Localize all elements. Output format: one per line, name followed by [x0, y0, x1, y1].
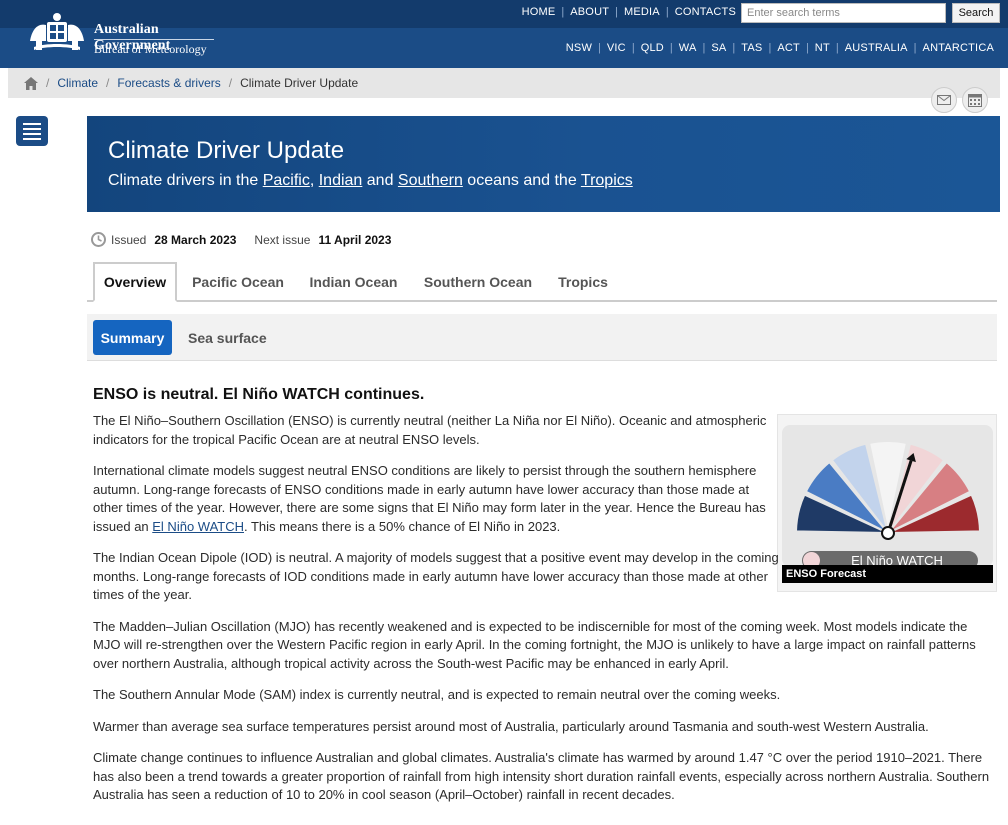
state-nav-separator: | — [669, 42, 673, 54]
subtitle-link-tropics[interactable]: Tropics — [581, 172, 633, 189]
paragraph-models: International climate models suggest neu… — [93, 462, 781, 536]
site-header: Australian Government Bureau of Meteorol… — [0, 0, 1008, 68]
state-nav-separator: | — [805, 42, 809, 54]
top-nav: HOME | ABOUT | MEDIA | CONTACTS — [522, 6, 736, 18]
bureau-name: Bureau of Meteorology — [94, 42, 207, 56]
page-title: Climate Driver Update — [108, 137, 345, 164]
main-tabs: Overview Pacific Ocean Indian Ocean Sout… — [87, 262, 997, 302]
menu-bar — [23, 122, 41, 125]
subtab-sea-surface[interactable]: Sea surface — [188, 320, 267, 355]
state-nav-separator: | — [732, 42, 736, 54]
issue-info: Issued 28 March 2023 Next issue 11 April… — [91, 232, 409, 247]
tab-indian-ocean[interactable]: Indian Ocean — [302, 262, 405, 302]
breadcrumb-separator: / — [106, 76, 110, 90]
state-link-tas[interactable]: TAS — [741, 42, 762, 54]
state-link-vic[interactable]: VIC — [607, 42, 626, 54]
breadcrumb-current: Climate Driver Update — [240, 76, 359, 90]
breadcrumb-forecasts-drivers[interactable]: Forecasts & drivers — [117, 76, 220, 90]
top-link-about[interactable]: ABOUT — [570, 6, 609, 18]
issued-label: Issued — [111, 232, 147, 247]
top-nav-separator: | — [615, 6, 618, 18]
content-heading: ENSO is neutral. El Niño WATCH continues… — [93, 386, 425, 403]
tab-tropics[interactable]: Tropics — [550, 262, 616, 302]
state-nav-separator: | — [598, 42, 601, 54]
next-issue-label: Next issue — [254, 232, 311, 247]
state-link-act[interactable]: ACT — [777, 42, 800, 54]
next-issue-date: 11 April 2023 — [318, 232, 392, 247]
email-button[interactable] — [931, 87, 957, 113]
subtitle-link-pacific[interactable]: Pacific — [263, 172, 310, 189]
paragraph-sam: The Southern Annular Mode (SAM) index is… — [93, 687, 781, 702]
sub-tabs: Summary Sea surface — [87, 314, 997, 361]
subtitle-text: Climate drivers in the — [108, 172, 263, 189]
home-icon[interactable] — [24, 76, 38, 90]
subtab-summary[interactable]: Summary — [93, 320, 172, 355]
search-input[interactable] — [741, 3, 946, 23]
menu-bar — [23, 137, 41, 140]
breadcrumb-separator: / — [46, 76, 50, 90]
breadcrumb: / Climate / Forecasts & drivers / Climat… — [8, 68, 1000, 98]
page-subtitle: Climate drivers in the Pacific, Indian a… — [108, 172, 633, 190]
state-link-nsw[interactable]: NSW — [566, 42, 592, 54]
clock-icon — [91, 232, 106, 247]
top-link-contacts[interactable]: CONTACTS — [675, 6, 736, 18]
top-nav-separator: | — [561, 6, 565, 18]
subtitle-link-indian[interactable]: Indian — [319, 172, 363, 189]
paragraph-climate-change: Climate change continues to influence Au… — [93, 750, 990, 802]
tab-pacific-ocean[interactable]: Pacific Ocean — [184, 262, 292, 302]
main-content: ENSO is neutral. El Niño WATCH continues… — [93, 386, 998, 818]
subtitle-text: and — [362, 172, 398, 189]
tab-overview[interactable]: Overview — [93, 262, 177, 302]
state-link-australia[interactable]: AUSTRALIA — [845, 42, 908, 54]
paragraph-mjo: The Madden–Julian Oscillation (MJO) has … — [93, 618, 976, 671]
page-banner: Climate Driver Update Climate drivers in… — [87, 116, 1000, 212]
paragraph-sst: Warmer than average sea surface temperat… — [93, 718, 929, 734]
state-nav: NSW | VIC | QLD | WA | SA | TAS | ACT | NT | AUS… — [566, 42, 994, 54]
menu-icon[interactable] — [16, 116, 48, 146]
breadcrumb-climate[interactable]: Climate — [57, 76, 98, 90]
paragraph-text: . This means there is a 50% chance of El… — [244, 518, 561, 534]
calendar-button[interactable] — [962, 87, 988, 113]
subtitle-comma: , — [309, 172, 319, 189]
breadcrumb-separator: / — [228, 76, 233, 90]
state-link-nt[interactable]: NT — [815, 42, 830, 54]
state-nav-separator: | — [702, 42, 706, 54]
state-nav-separator: | — [835, 42, 839, 54]
menu-bar — [23, 132, 41, 135]
state-link-antarctica[interactable]: ANTARCTICA — [923, 42, 994, 54]
paragraph-enso: The El Niño–Southern Oscillation (ENSO) … — [93, 413, 767, 447]
paragraph-iod: The Indian Ocean Dipole (IOD) is neutral… — [93, 550, 779, 602]
logo-divider — [94, 39, 214, 40]
state-link-sa[interactable]: SA — [711, 42, 726, 54]
state-nav-separator: | — [768, 42, 772, 54]
el-nino-watch-link[interactable]: El Niño WATCH — [152, 519, 244, 534]
search-button[interactable]: Search — [952, 3, 1000, 23]
gov-logo[interactable]: Australian Government Bureau of Meteorol… — [24, 10, 224, 58]
top-link-home[interactable]: HOME — [522, 6, 556, 18]
crest-icon — [30, 13, 84, 50]
calendar-icon — [968, 94, 982, 107]
top-nav-separator: | — [665, 6, 669, 18]
top-link-media[interactable]: MEDIA — [624, 6, 660, 18]
issued-date: 28 March 2023 — [154, 232, 237, 247]
subtitle-text: oceans and the — [462, 172, 581, 189]
subtitle-link-southern[interactable]: Southern — [398, 172, 463, 189]
state-link-qld[interactable]: QLD — [641, 42, 664, 54]
tab-southern-ocean[interactable]: Southern Ocean — [417, 262, 539, 302]
state-nav-separator: | — [631, 42, 635, 54]
state-link-wa[interactable]: WA — [679, 42, 697, 54]
state-nav-separator: | — [913, 42, 917, 54]
mail-icon — [937, 95, 951, 105]
menu-bar — [23, 127, 41, 130]
